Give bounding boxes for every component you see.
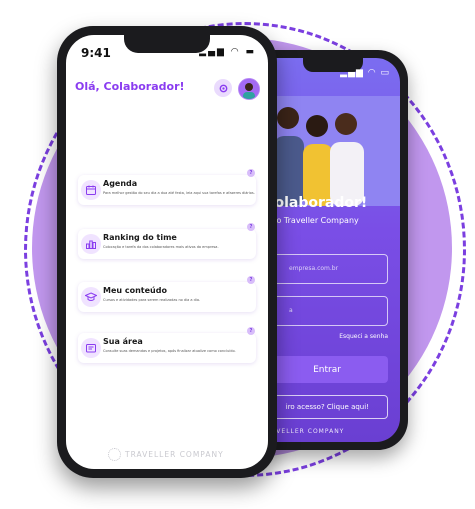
settings-button[interactable] xyxy=(214,79,232,97)
card-description: Consulte suas demandas e projetos, após … xyxy=(103,349,236,353)
card-title: Agenda xyxy=(103,179,138,188)
calendar-icon xyxy=(81,180,101,200)
avatar-image xyxy=(239,79,259,99)
brand-footer: TRAVELLER COMPANY xyxy=(108,448,224,461)
help-icon[interactable]: ? xyxy=(247,276,255,284)
gear-icon xyxy=(219,84,227,92)
card-ranking[interactable]: Ranking do time Colocação e tarefa da do… xyxy=(78,229,256,259)
brand-logo-icon xyxy=(108,448,121,461)
ranking-icon xyxy=(81,234,101,254)
brand-name: TRAVELLER COMPANY xyxy=(125,450,224,459)
card-description: Colocação e tarefa da dos colaboradores … xyxy=(103,245,219,249)
back-status-icons: ▂▄▆ ◠ ▭ xyxy=(340,68,390,78)
folder-icon xyxy=(81,338,101,358)
greeting-title: Olá, Colaborador! xyxy=(75,80,185,93)
help-icon[interactable]: ? xyxy=(247,223,255,231)
card-agenda[interactable]: Agenda Para melhor gestão do seu dia a d… xyxy=(78,175,256,205)
home-screen: 9:41 ▂▄▆ ◠ ▬ Olá, Colaborador! Agenda Pa… xyxy=(66,35,268,469)
help-icon[interactable]: ? xyxy=(247,327,255,335)
help-icon[interactable]: ? xyxy=(247,169,255,177)
avatar[interactable] xyxy=(238,78,260,100)
status-time: 9:41 xyxy=(81,46,111,60)
graduation-cap-icon xyxy=(81,287,101,307)
card-description: Cursos e atividades para serem realizada… xyxy=(103,298,201,302)
card-title: Ranking do time xyxy=(103,233,177,242)
front-phone: 9:41 ▂▄▆ ◠ ▬ Olá, Colaborador! Agenda Pa… xyxy=(57,26,277,478)
card-meu-conteudo[interactable]: Meu conteúdo Cursos e atividades para se… xyxy=(78,282,256,312)
forgot-password-link[interactable]: Esqueci a senha xyxy=(339,333,388,340)
card-title: Meu conteúdo xyxy=(103,286,167,295)
promo-stage: ▂▄▆ ◠ ▭ , Colaborador! ndo ao Traveller … xyxy=(0,0,475,509)
card-sua-area[interactable]: Sua área Consulte suas demandas e projet… xyxy=(78,333,256,363)
front-notch xyxy=(124,35,210,53)
card-title: Sua área xyxy=(103,337,143,346)
status-icons: ▂▄▆ ◠ ▬ xyxy=(199,47,256,57)
card-description: Para melhor gestão do seu dia a dua até … xyxy=(103,191,255,195)
